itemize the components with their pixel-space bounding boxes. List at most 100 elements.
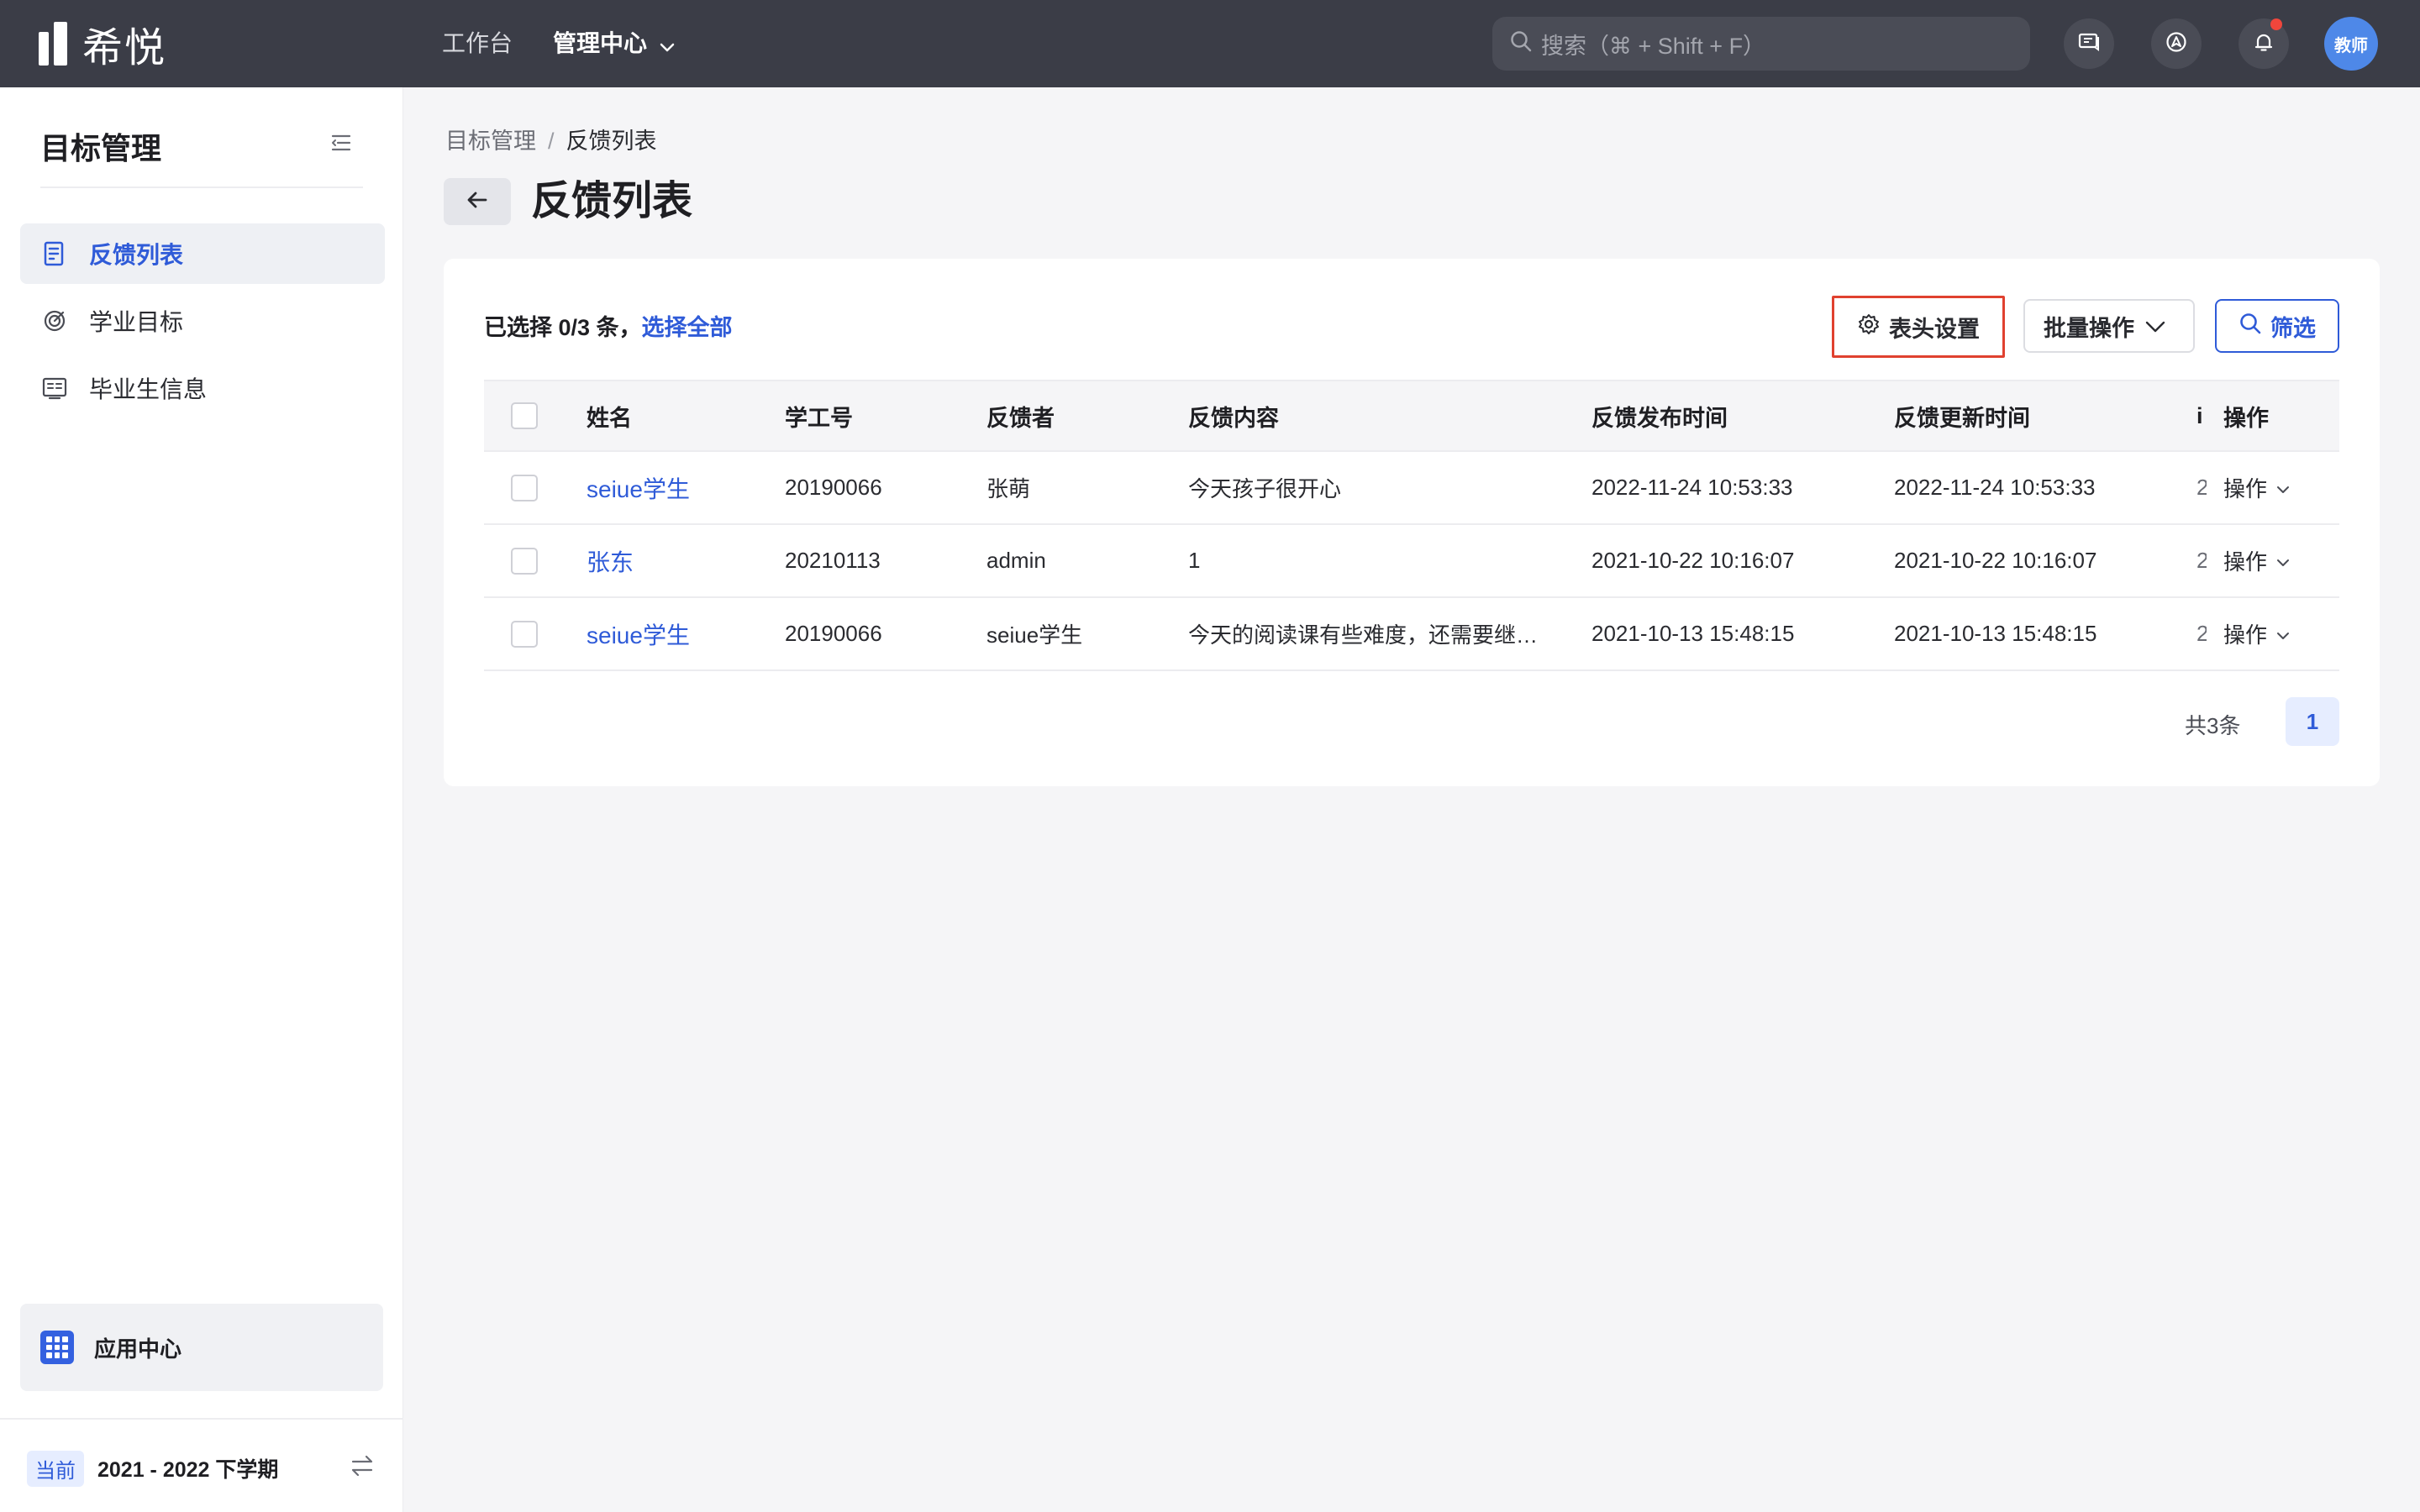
row-actions-dropdown[interactable]: 操作: [2223, 618, 2324, 649]
published-time: 2022-11-24 10:53:33: [1591, 475, 1793, 500]
app-center-button[interactable]: 应用中心: [20, 1304, 383, 1391]
filter-label: 筛选: [2270, 315, 2316, 341]
feedback-content: 今天的阅读课有些难度，还需要继续加油: [1188, 622, 1541, 648]
current-term-badge: 当前: [27, 1450, 84, 1487]
feedbacker: seiue学生: [986, 622, 1083, 648]
brand-name: 希悦: [82, 26, 167, 71]
sidebar-item-label: 学业目标: [89, 309, 184, 335]
nav-management-center[interactable]: 管理中心: [553, 25, 676, 64]
row-actions-dropdown[interactable]: 操作: [2223, 472, 2324, 503]
chevron-down-icon: [2267, 475, 2291, 501]
column-header-updated[interactable]: 反馈更新时间: [1894, 400, 2180, 433]
sidebar-item-academic-goals[interactable]: 学业目标: [20, 291, 385, 351]
collapse-sidebar-icon[interactable]: [329, 131, 353, 159]
truncated-cell: 2: [2196, 548, 2207, 574]
notifications-button[interactable]: [2238, 18, 2289, 69]
nav-workbench[interactable]: 工作台: [442, 25, 513, 62]
column-header-id[interactable]: 学工号: [785, 400, 970, 433]
global-search[interactable]: 搜索（⌘ + Shift + F）: [1492, 17, 2030, 71]
breadcrumb-current: 反馈列表: [566, 129, 657, 154]
chevron-down-icon: [2267, 621, 2291, 647]
search-icon: [1509, 29, 1541, 59]
avatar[interactable]: 教师: [2324, 17, 2378, 71]
selection-count: 已选择 0/3 条，: [484, 315, 642, 340]
row-actions-dropdown[interactable]: 操作: [2223, 545, 2324, 576]
compass-icon: [2165, 30, 2188, 58]
brand-logo[interactable]: 希悦: [39, 20, 166, 71]
row-actions-label: 操作: [2223, 622, 2268, 648]
student-id: 20190066: [785, 475, 882, 500]
table-row: seiue学生 20190066 张萌 今天孩子很开心 2022-11-24 1…: [484, 452, 2339, 525]
batch-operations-button[interactable]: 批量操作: [2023, 299, 2195, 353]
row-checkbox[interactable]: [511, 474, 538, 501]
student-id: 20190066: [785, 621, 882, 646]
sidebar-item-label: 反馈列表: [89, 242, 184, 268]
page-title: 反馈列表: [531, 179, 693, 223]
table-header: 姓名 学工号 反馈者 反馈内容 反馈发布时间 反馈更新时间 i 操作: [484, 380, 2339, 452]
sidebar-divider: [40, 186, 363, 188]
messages-button[interactable]: [2064, 18, 2114, 69]
search-icon: [2238, 312, 2270, 341]
sidebar-title: 目标管理: [40, 131, 162, 165]
pagination-total: 共3条: [2185, 713, 2241, 738]
back-button[interactable]: [444, 178, 511, 225]
truncated-cell: 2: [2196, 621, 2207, 647]
document-list-icon: [40, 239, 69, 268]
chevron-down-icon: [2267, 548, 2291, 574]
selection-info: 已选择 0/3 条，选择全部: [484, 309, 733, 342]
truncated-cell: 2: [2196, 475, 2207, 501]
column-header-actions: 操作: [2223, 405, 2269, 431]
row-checkbox[interactable]: [511, 547, 538, 575]
logo-icon: [39, 22, 72, 66]
top-bar: 希悦 工作台 管理中心 搜索（⌘ + Shift + F） 教师: [0, 0, 2420, 87]
app-grid-icon: [40, 1331, 74, 1364]
bell-icon: [2252, 30, 2275, 58]
column-header-feedbacker[interactable]: 反馈者: [986, 400, 1171, 433]
app-center-label: 应用中心: [94, 1336, 182, 1362]
target-icon: [40, 307, 69, 335]
sidebar-bottom-divider: [0, 1418, 403, 1420]
row-checkbox[interactable]: [511, 620, 538, 648]
sidebar-item-label: 毕业生信息: [89, 376, 208, 402]
apps-switch-button[interactable]: [2151, 18, 2202, 69]
feedback-content: 1: [1188, 548, 1201, 573]
feedback-table-card: 已选择 0/3 条，选择全部 表头设置 批量操作 筛选 姓名 学工号 反馈者 反…: [444, 259, 2380, 786]
column-header-truncated[interactable]: i: [2196, 403, 2207, 429]
message-icon: [2077, 30, 2101, 58]
feedbacker: 张萌: [986, 476, 1031, 501]
updated-time: 2021-10-22 10:16:07: [1894, 548, 2097, 573]
student-name-link[interactable]: seiue学生: [587, 617, 771, 651]
published-time: 2021-10-13 15:48:15: [1591, 621, 1795, 646]
search-placeholder: 搜索（⌘ + Shift + F）: [1541, 33, 1766, 59]
switch-term-icon[interactable]: [348, 1452, 376, 1484]
column-header-name[interactable]: 姓名: [587, 400, 771, 433]
profile-card-icon: [40, 374, 69, 402]
student-name-link[interactable]: 张东: [587, 544, 771, 578]
row-actions-label: 操作: [2223, 476, 2268, 501]
column-settings-button[interactable]: 表头设置: [1832, 296, 2005, 358]
column-settings-label: 表头设置: [1889, 316, 1980, 342]
select-all-checkbox[interactable]: [511, 402, 538, 429]
sidebar-item-graduate-info[interactable]: 毕业生信息: [20, 358, 385, 418]
feedback-table: 姓名 学工号 反馈者 反馈内容 反馈发布时间 反馈更新时间 i 操作 seiue…: [484, 380, 2339, 671]
pagination-page-1[interactable]: 1: [2286, 697, 2339, 746]
student-id: 20210113: [785, 548, 881, 573]
select-all-link[interactable]: 选择全部: [642, 315, 733, 340]
sidebar: 目标管理 反馈列表 学业目标 毕业生信息 应用中心 当前 2021 - 2022…: [0, 87, 403, 1512]
published-time: 2021-10-22 10:16:07: [1591, 548, 1795, 573]
term-selector: 当前 2021 - 2022 下学期: [27, 1448, 278, 1488]
student-name-link[interactable]: seiue学生: [587, 471, 771, 505]
updated-time: 2021-10-13 15:48:15: [1894, 621, 2097, 646]
gear-icon: [1857, 312, 1889, 342]
column-header-published[interactable]: 反馈发布时间: [1591, 400, 1877, 433]
feedback-content: 今天孩子很开心: [1188, 476, 1342, 501]
filter-button[interactable]: 筛选: [2215, 299, 2339, 353]
column-header-content[interactable]: 反馈内容: [1188, 400, 1541, 433]
notification-dot: [2270, 18, 2282, 30]
breadcrumb: 目标管理 / 反馈列表: [445, 123, 657, 155]
batch-operations-label: 批量操作: [2044, 315, 2134, 341]
sidebar-item-feedback-list[interactable]: 反馈列表: [20, 223, 385, 284]
arrow-left-icon: [466, 190, 489, 214]
row-actions-label: 操作: [2223, 549, 2268, 575]
breadcrumb-parent[interactable]: 目标管理: [445, 129, 536, 154]
